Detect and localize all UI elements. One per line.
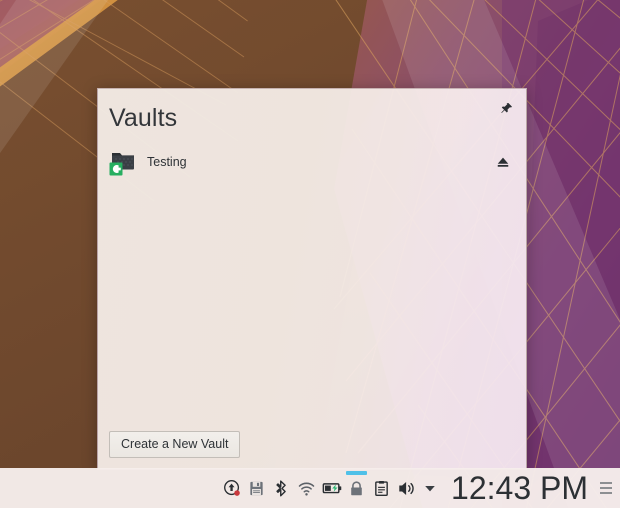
system-tray xyxy=(219,468,441,508)
volume-icon[interactable] xyxy=(394,468,419,508)
vault-folder-icon xyxy=(109,148,137,176)
create-new-vault-button[interactable]: Create a New Vault xyxy=(109,430,241,458)
popup-footer: Create a New Vault xyxy=(109,430,241,458)
removable-device-icon[interactable] xyxy=(244,468,269,508)
vault-lock-icon[interactable] xyxy=(344,468,369,508)
eject-icon[interactable] xyxy=(492,151,514,173)
menu-bar-2 xyxy=(600,487,612,489)
desktop-screen: Vaults Testing Create a New Vault 12:43 … xyxy=(0,0,620,508)
vaults-popup: Vaults Testing Create a New Vault xyxy=(97,88,527,470)
list-item[interactable]: Testing xyxy=(98,145,526,179)
clipboard-icon[interactable] xyxy=(369,468,394,508)
updates-icon[interactable] xyxy=(219,468,244,508)
battery-icon[interactable] xyxy=(319,468,344,508)
vault-list: Testing xyxy=(98,145,526,179)
page-title: Vaults xyxy=(109,104,178,132)
chevron-down-icon[interactable] xyxy=(419,468,441,508)
menu-bar-1 xyxy=(600,482,612,484)
digital-clock[interactable]: 12:43 PM xyxy=(441,472,596,504)
list-item-label: Testing xyxy=(147,155,187,169)
hamburger-menu-icon[interactable] xyxy=(596,468,616,508)
menu-bar-3 xyxy=(600,492,612,494)
network-wifi-icon[interactable] xyxy=(294,468,319,508)
pin-icon[interactable] xyxy=(495,97,517,119)
taskbar-panel: 12:43 PM xyxy=(0,468,620,508)
bluetooth-icon[interactable] xyxy=(269,468,294,508)
